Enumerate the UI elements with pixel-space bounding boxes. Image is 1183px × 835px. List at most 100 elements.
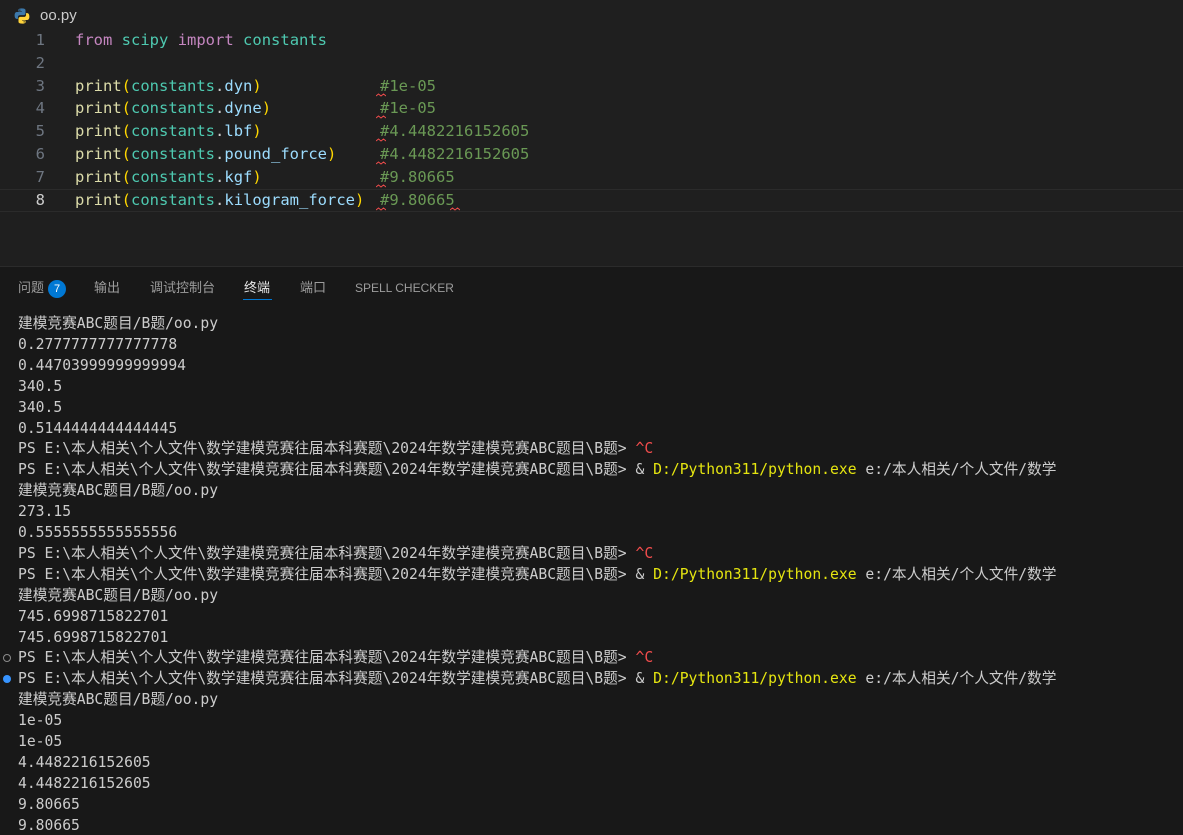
code-token: constants — [131, 145, 216, 163]
terminal-prompt: PS E:\本人相关\个人文件\数学建模竞赛往届本科赛题\2024年数学建模竞赛… — [18, 440, 636, 457]
terminal-output[interactable]: 建模竞赛ABC题目/B题/oo.py 0.2777777777777778 0.44… — [0, 311, 1183, 835]
code-comment[interactable]: #4.4482216152605 — [380, 120, 529, 143]
code-token: constants — [131, 191, 216, 209]
code-line[interactable]: 7 print(constants.kgf) #9.80665 — [0, 166, 1183, 189]
code-text[interactable]: print(constants.lbf) — [75, 120, 262, 143]
terminal-prompt: PS E:\本人相关\个人文件\数学建模竞赛往届本科赛题\2024年数学建模竞赛… — [18, 566, 636, 583]
code-token: print — [75, 77, 122, 95]
code-text[interactable]: print(constants.kilogram_force) — [75, 190, 364, 211]
code-comment[interactable]: #1e-05 — [380, 75, 436, 98]
tab-spell-checker-label: SPELL CHECKER — [355, 281, 454, 295]
spell-warning-squiggle[interactable] — [376, 161, 386, 165]
terminal-line: 0.5555555555555556 — [18, 522, 177, 543]
code-text[interactable]: print(constants.kgf) — [75, 166, 262, 189]
code-token: . — [215, 145, 225, 163]
line-number: 2 — [35, 54, 45, 72]
tab-ports[interactable]: 端口 — [300, 279, 326, 297]
code-text[interactable]: print(constants.pound_force) — [75, 143, 336, 166]
python-executable-path: D:/Python311/python.exe — [653, 670, 857, 687]
code-comment[interactable]: #9.80665 — [380, 190, 455, 211]
terminal-output-text: 建模竞赛ABC题目/B题/oo.py — [18, 315, 219, 332]
problems-count-badge: 7 — [48, 279, 67, 298]
line-number: 3 — [35, 77, 45, 95]
code-token: from — [75, 31, 113, 49]
code-token: import — [177, 31, 234, 49]
script-argument: e:/本人相关/个人文件/数学 — [856, 566, 1057, 583]
spell-warning-squiggle[interactable] — [376, 184, 386, 188]
call-operator: & — [635, 670, 654, 687]
terminal-output-text: 建模竞赛ABC题目/B题/oo.py — [18, 587, 219, 604]
command-success-dot-icon[interactable] — [3, 675, 11, 683]
code-text[interactable]: print(constants.dyne) — [75, 97, 271, 120]
code-token: constants — [131, 122, 216, 140]
code-text[interactable]: from scipy import constants — [75, 29, 327, 52]
terminal-line: 745.6998715822701 — [18, 627, 168, 648]
tab-terminal-label: 终端 — [244, 280, 271, 295]
spell-warning-squiggle[interactable] — [376, 138, 386, 142]
line-number: 1 — [35, 31, 45, 49]
code-token: kgf — [224, 168, 253, 186]
terminal-line: PS E:\本人相关\个人文件\数学建模竞赛往届本科赛题\2024年数学建模竞赛… — [18, 459, 1057, 480]
code-line[interactable]: 5 print(constants.lbf) #4.4482216152605 — [0, 120, 1183, 143]
terminal-line: 0.44703999999999994 — [18, 355, 186, 376]
terminal-prompt: PS E:\本人相关\个人文件\数学建模竞赛往届本科赛题\2024年数学建模竞赛… — [18, 649, 636, 666]
code-line[interactable]: 3 print(constants.dyn) #1e-05 — [0, 75, 1183, 98]
line-number: 5 — [35, 122, 45, 140]
code-line[interactable]: 4 print(constants.dyne) #1e-05 — [0, 97, 1183, 120]
terminal-line: 0.2777777777777778 — [18, 334, 177, 355]
tab-terminal[interactable]: 终端 — [244, 279, 270, 297]
terminal-output-text: 745.6998715822701 — [18, 629, 169, 646]
terminal-prompt: PS E:\本人相关\个人文件\数学建模竞赛往届本科赛题\2024年数学建模竞赛… — [18, 461, 636, 478]
call-operator: & — [635, 461, 654, 478]
terminal-output-text: 340.5 — [18, 378, 63, 395]
code-comment[interactable]: #1e-05 — [380, 97, 436, 120]
code-editor[interactable]: oo.py 1 from scipy import constants 2 3 prin… — [0, 0, 1183, 266]
code-token: . — [215, 191, 225, 209]
spell-warning-squiggle[interactable] — [376, 207, 386, 211]
code-token: constants — [131, 77, 216, 95]
terminal-output-text: 1e-05 — [18, 733, 63, 750]
terminal-line: 建模竞赛ABC题目/B题/oo.py — [18, 480, 218, 501]
code-comment[interactable]: #9.80665 — [380, 166, 455, 189]
terminal-output-text: 745.6998715822701 — [18, 608, 169, 625]
call-operator: & — [635, 566, 654, 583]
interrupt-signal: ^C — [635, 545, 654, 562]
script-argument: e:/本人相关/个人文件/数学 — [856, 461, 1057, 478]
terminal-line: 0.5144444444444445 — [18, 418, 177, 439]
terminal-line: 4.4482216152605 — [18, 773, 151, 794]
tab-output[interactable]: 输出 — [94, 279, 120, 297]
terminal-line: 4.4482216152605 — [18, 752, 151, 773]
code-comment[interactable]: #4.4482216152605 — [380, 143, 529, 166]
code-token: dyn — [224, 77, 253, 95]
tab-spell-checker[interactable]: SPELL CHECKER — [355, 279, 454, 297]
command-dot-icon[interactable] — [3, 654, 11, 662]
python-executable-path: D:/Python311/python.exe — [653, 566, 857, 583]
code-token: ) — [252, 168, 262, 186]
terminal-output-text: 273.15 — [18, 503, 72, 520]
file-name[interactable]: oo.py — [40, 6, 77, 26]
tab-output-label: 输出 — [94, 280, 121, 295]
terminal-output-text: 建模竞赛ABC题目/B题/oo.py — [18, 482, 219, 499]
terminal-line: PS E:\本人相关\个人文件\数学建模竞赛往届本科赛题\2024年数学建模竞赛… — [18, 543, 653, 564]
interrupt-signal: ^C — [635, 440, 654, 457]
python-icon — [14, 8, 30, 24]
spell-warning-squiggle[interactable] — [376, 115, 386, 119]
code-line[interactable]: 6 print(constants.pound_force) #4.44822161… — [0, 143, 1183, 166]
terminal-output-text: 0.44703999999999994 — [18, 357, 187, 374]
code-token: ( — [121, 99, 132, 117]
code-token: . — [215, 99, 225, 117]
code-token: ) — [252, 122, 262, 140]
code-line[interactable]: 1 from scipy import constants — [0, 29, 1183, 52]
tab-problems[interactable]: 问题 7 — [18, 279, 67, 298]
terminal-line: 建模竞赛ABC题目/B题/oo.py — [18, 585, 218, 606]
code-line[interactable]: 8 print(constants.kilogram_force) #9.80665 — [0, 189, 1183, 212]
code-token: print — [75, 99, 122, 117]
code-token: kilogram_force — [224, 191, 356, 209]
code-token: print — [75, 145, 122, 163]
code-text[interactable]: print(constants.dyn) — [75, 75, 262, 98]
spell-warning-squiggle[interactable] — [450, 207, 460, 211]
code-line[interactable]: 2 — [0, 52, 1183, 75]
active-tab-indicator — [243, 299, 272, 300]
tab-debug-console[interactable]: 调试控制台 — [150, 279, 215, 297]
